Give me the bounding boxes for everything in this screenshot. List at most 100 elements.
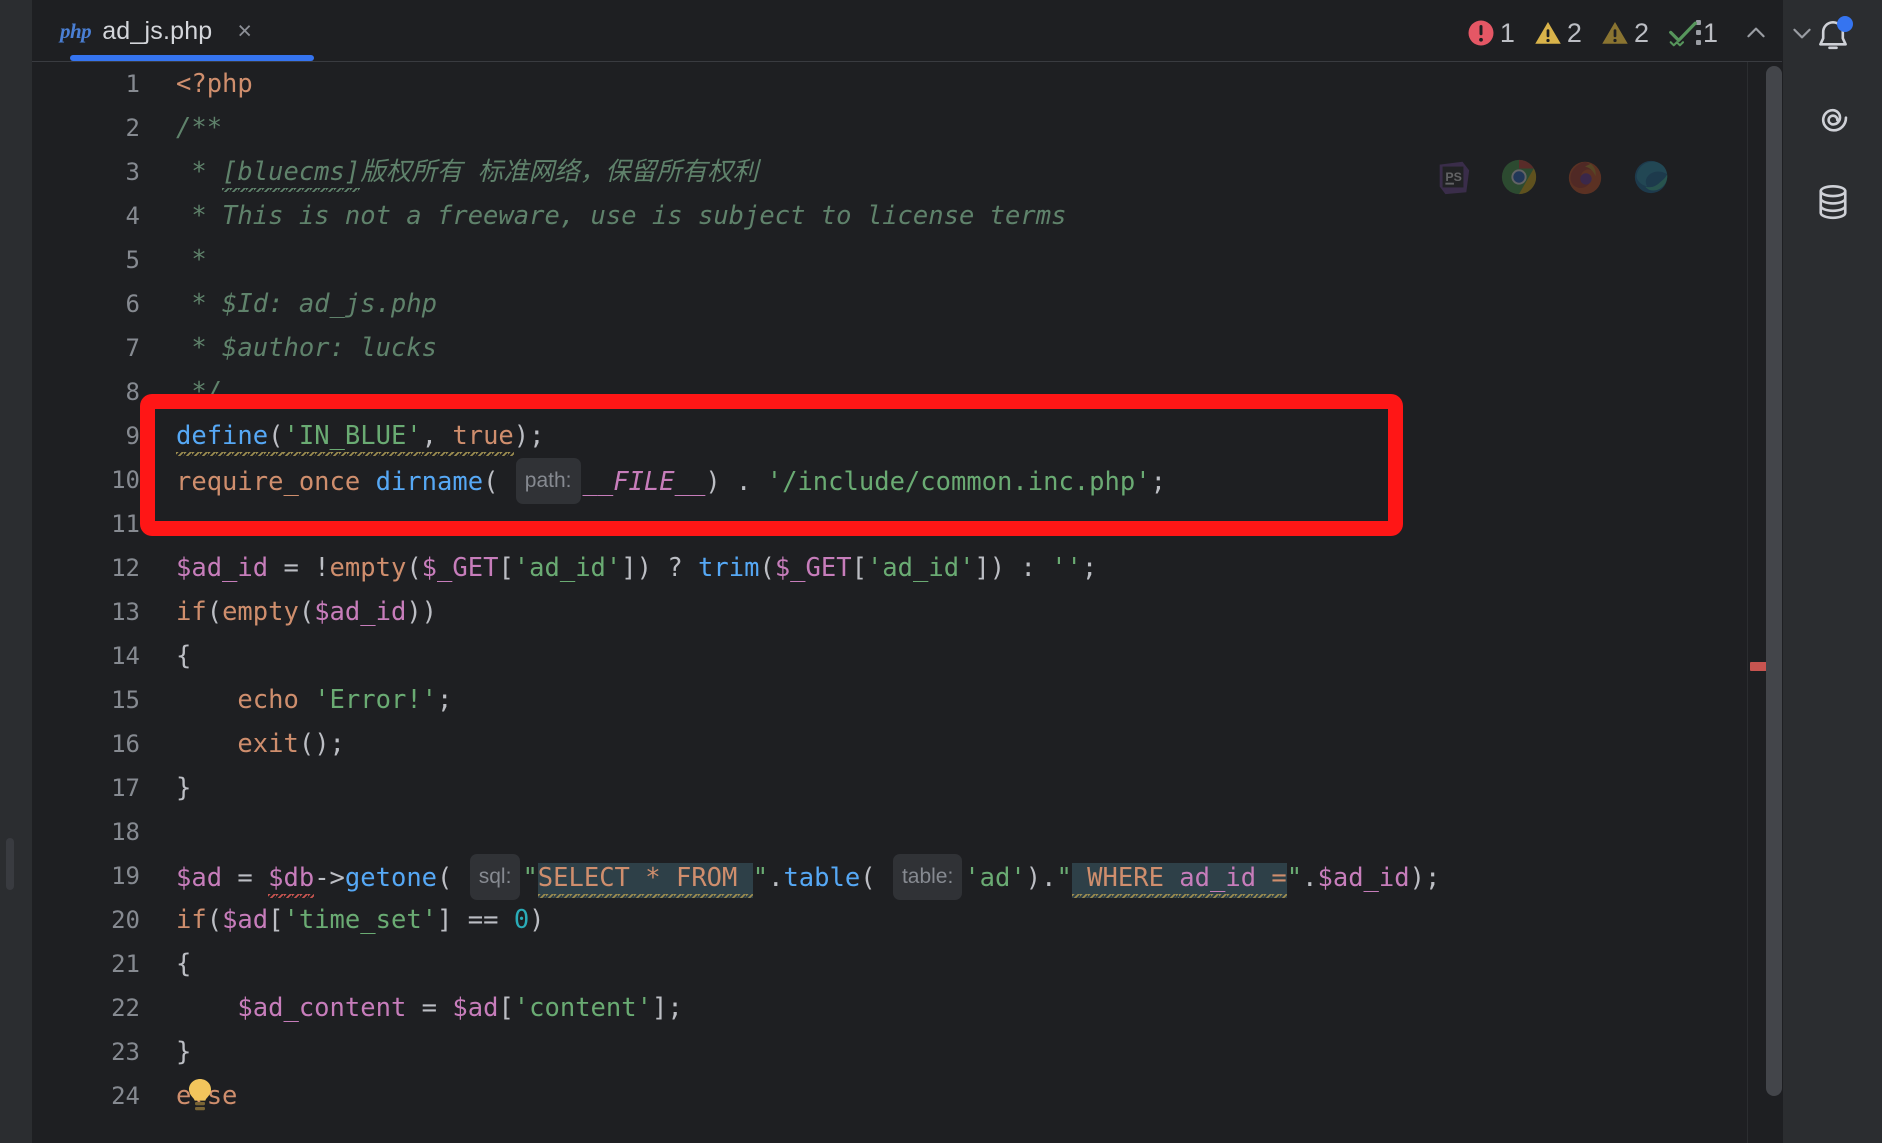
code-line-17[interactable]: } bbox=[162, 766, 1782, 810]
left-rail-drag-handle[interactable] bbox=[6, 838, 14, 890]
editor-tab-ad-js-php[interactable]: php ad_js.php × bbox=[38, 0, 272, 62]
inlay-hint-sql[interactable]: sql: bbox=[469, 854, 521, 900]
phpstorm-icon[interactable]: PS bbox=[1434, 158, 1472, 196]
code-line-10[interactable]: require_once dirname( path: __FILE__) . '… bbox=[162, 458, 1782, 504]
code-line-20[interactable]: if($ad['time_set'] == 0) bbox=[162, 898, 1782, 942]
database-icon[interactable] bbox=[1805, 174, 1861, 230]
editor-vertical-scrollbar[interactable] bbox=[1766, 66, 1782, 1096]
code-line-22[interactable]: $ad_content = $ad['content']; bbox=[162, 986, 1782, 1030]
brace-open: { bbox=[176, 949, 192, 979]
code-editor[interactable]: 1 2 3 4 5 6 7 8 9 10 11 12 13 14 15 16 1… bbox=[32, 62, 1782, 1143]
next-problem-icon[interactable] bbox=[1782, 13, 1822, 53]
code-line-4[interactable]: * This is not a freeware, use is subject… bbox=[162, 194, 1782, 238]
concat: . bbox=[768, 863, 784, 893]
ok-count[interactable]: 1 bbox=[1667, 18, 1718, 49]
var-ad-content: $ad_content bbox=[237, 993, 407, 1023]
ok-count-label: 1 bbox=[1702, 17, 1718, 48]
comment-text: * bbox=[176, 245, 207, 275]
paren: (); bbox=[298, 729, 345, 759]
line-number: 11 bbox=[111, 510, 140, 538]
code-content[interactable]: <?php /** * [bluecms]版权所有 标准网络，保留所有权利 * … bbox=[162, 62, 1782, 1143]
weak-warning-icon bbox=[1602, 22, 1628, 44]
run-in-browser-toolbar[interactable]: PS bbox=[1434, 158, 1670, 196]
concat: . bbox=[1302, 863, 1318, 893]
if-keyword: if bbox=[176, 905, 207, 935]
empty-string: '' bbox=[1051, 553, 1082, 583]
error-count[interactable]: 1 bbox=[1466, 18, 1515, 49]
string-error: 'Error!' bbox=[314, 685, 438, 715]
line-number: 23 bbox=[111, 1038, 140, 1066]
line-number: 16 bbox=[111, 730, 140, 758]
warning-count[interactable]: 2 bbox=[1533, 18, 1582, 49]
paren: ( bbox=[268, 421, 284, 456]
bool-true: true bbox=[452, 421, 514, 456]
inlay-hint-table[interactable]: table: bbox=[892, 854, 963, 900]
code-line-14[interactable]: { bbox=[162, 634, 1782, 678]
code-line-7[interactable]: * $author: lucks bbox=[162, 326, 1782, 370]
quote: " bbox=[1056, 863, 1072, 893]
code-line-8[interactable]: */ bbox=[162, 370, 1782, 414]
var-ad-id: $ad_id bbox=[176, 553, 269, 583]
error-count-label: 1 bbox=[1499, 17, 1515, 48]
not-operator: ! bbox=[314, 553, 330, 583]
code-line-24[interactable]: else bbox=[162, 1074, 1782, 1118]
line-number: 24 bbox=[111, 1082, 140, 1110]
code-line-21[interactable]: { bbox=[162, 942, 1782, 986]
previous-problem-icon[interactable] bbox=[1736, 13, 1776, 53]
code-line-12[interactable]: $ad_id = !empty($_GET['ad_id']) ? trim($… bbox=[162, 546, 1782, 590]
ai-assistant-icon[interactable] bbox=[1805, 92, 1861, 148]
line-number: 1 bbox=[125, 70, 140, 98]
sql-where-keyword: WHERE bbox=[1071, 863, 1180, 898]
code-line-2[interactable]: /** bbox=[162, 106, 1782, 150]
code-line-11-blank[interactable] bbox=[162, 502, 1782, 546]
var-ad: $ad bbox=[452, 993, 499, 1023]
firefox-icon[interactable] bbox=[1566, 158, 1604, 196]
string-key-content: 'content' bbox=[513, 993, 652, 1023]
comment-text: * $author: lucks bbox=[176, 333, 437, 363]
code-line-5[interactable]: * bbox=[162, 238, 1782, 282]
code-line-19[interactable]: $ad = $db->getone( sql: "SELECT * FROM ".… bbox=[162, 854, 1782, 900]
trim-call: trim bbox=[698, 553, 760, 583]
var-ad-id: $ad_id bbox=[314, 597, 407, 627]
quote: " bbox=[752, 863, 769, 893]
bracket-close: ] bbox=[437, 905, 453, 935]
arrow: -> bbox=[314, 863, 345, 893]
weak-warning-count[interactable]: 2 bbox=[1600, 18, 1649, 49]
sql-column-ad-id: ad_id bbox=[1179, 863, 1257, 898]
code-line-13[interactable]: if(empty($ad_id)) bbox=[162, 590, 1782, 634]
comment-text: * $Id: ad_js.php bbox=[176, 289, 437, 319]
line-number: 14 bbox=[111, 642, 140, 670]
inlay-hint-path[interactable]: path: bbox=[515, 458, 581, 504]
semicolon: ; bbox=[1150, 467, 1166, 497]
paren: ( bbox=[437, 863, 468, 893]
code-line-9[interactable]: define('IN_BLUE', true); bbox=[162, 414, 1782, 458]
equality-operator: == bbox=[452, 905, 514, 935]
line-number: 21 bbox=[111, 950, 140, 978]
close-icon[interactable]: × bbox=[237, 18, 252, 44]
string-key-time-set: 'time_set' bbox=[283, 905, 438, 935]
paren-close: ) bbox=[529, 905, 545, 935]
paren: ( bbox=[298, 597, 315, 627]
code-line-1[interactable]: <?php bbox=[162, 62, 1782, 106]
var-ad: $ad bbox=[176, 863, 223, 893]
empty-keyword: empty bbox=[329, 553, 407, 583]
line-number: 18 bbox=[111, 818, 140, 846]
superglobal-get: $_GET bbox=[774, 553, 852, 583]
code-line-15[interactable]: echo 'Error!'; bbox=[162, 678, 1782, 722]
line-number: 20 bbox=[111, 906, 140, 934]
code-line-18-blank[interactable] bbox=[162, 810, 1782, 854]
chrome-icon[interactable] bbox=[1500, 158, 1538, 196]
bracket: [ bbox=[268, 905, 284, 935]
paren: ( bbox=[206, 905, 223, 935]
sql-equals: = bbox=[1256, 863, 1287, 898]
weak-warning-count-label: 2 bbox=[1633, 17, 1649, 48]
inspection-status-widget[interactable]: 1 2 2 1 bbox=[1466, 10, 1822, 56]
intention-lightbulb-icon[interactable] bbox=[185, 1078, 215, 1117]
php-file-icon: php bbox=[60, 18, 92, 43]
code-line-23[interactable]: } bbox=[162, 1030, 1782, 1074]
edge-icon[interactable] bbox=[1632, 158, 1670, 196]
code-line-16[interactable]: exit(); bbox=[162, 722, 1782, 766]
code-line-6[interactable]: * $Id: ad_js.php bbox=[162, 282, 1782, 326]
dirname-call: dirname bbox=[375, 467, 484, 497]
